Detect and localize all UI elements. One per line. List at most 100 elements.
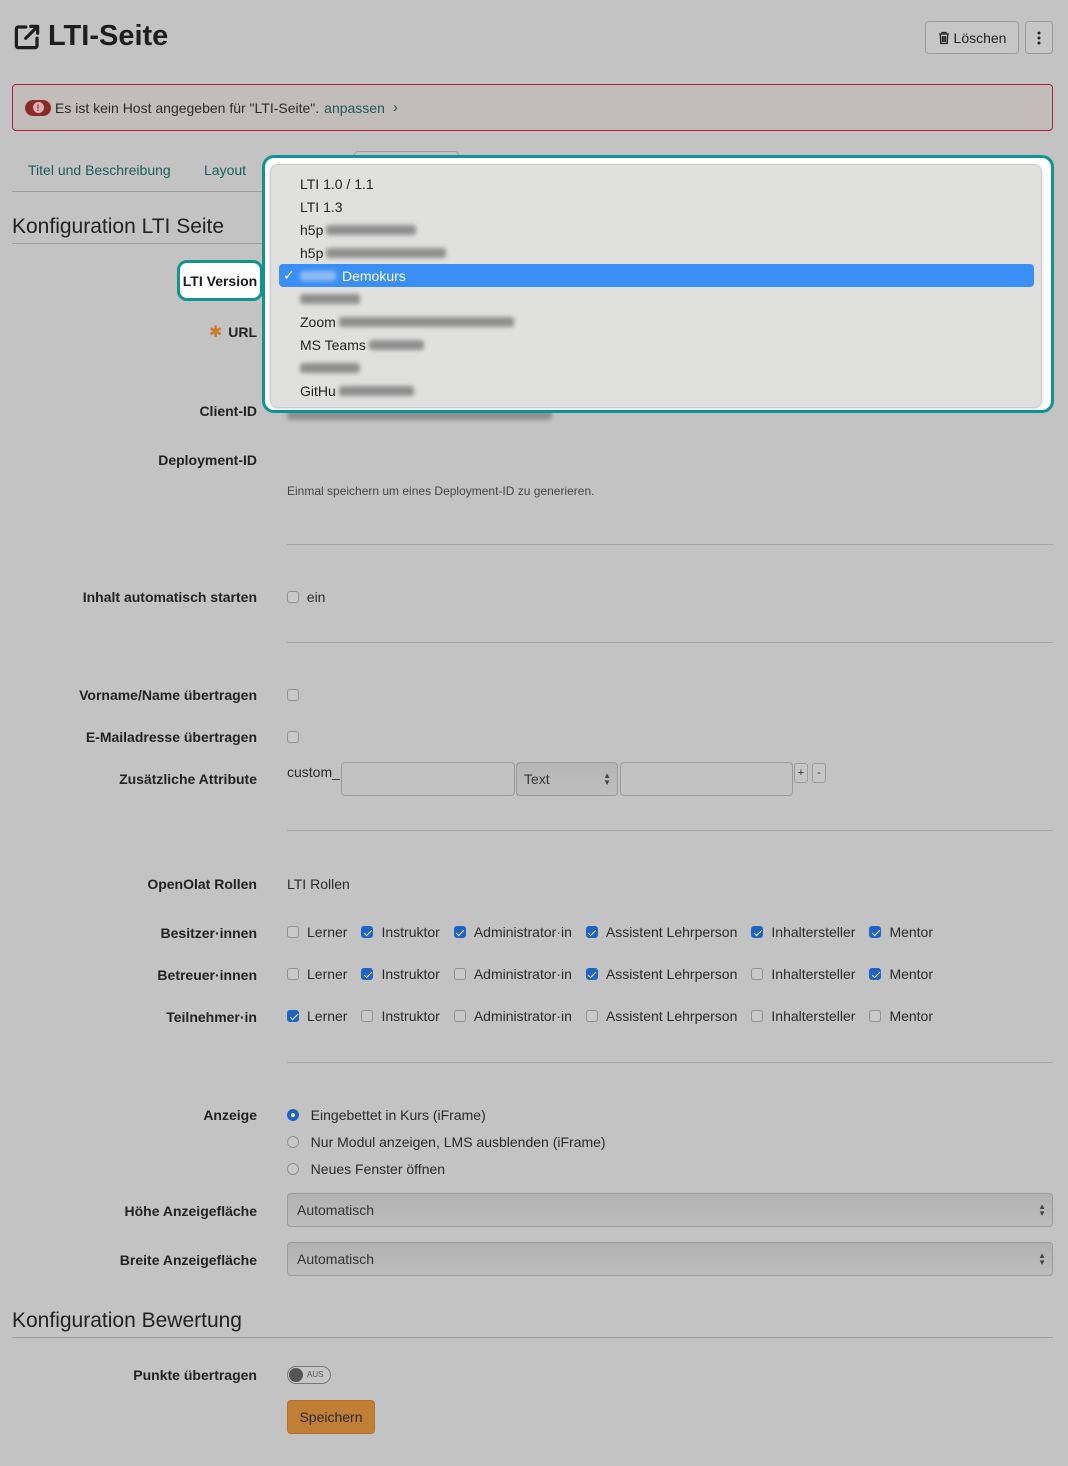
role-option[interactable]: Administrator·in [453,924,572,940]
page-title: LTI-Seite [12,20,168,53]
role-option[interactable]: Lerner [287,924,347,940]
more-options-button[interactable] [1025,21,1053,54]
role-option-label: Assistent Lehrperson [605,966,738,982]
deployment-id-hint: Einmal speichern um eines Deployment-ID … [287,484,595,498]
role-checkbox[interactable] [751,968,764,980]
alert-adjust-link[interactable]: anpassen [324,100,385,116]
role-checkbox[interactable] [585,926,598,938]
role-option-label: Administrator·in [473,966,572,982]
openolat-roles-header: OpenOlat Rollen [147,876,257,892]
tab-layout[interactable]: Layout [204,162,246,178]
role-checkbox[interactable] [287,926,299,938]
autostart-checkbox[interactable] [287,591,299,603]
role-option[interactable]: Instruktor [361,924,440,940]
tab-title-description[interactable]: Titel und Beschreibung [28,162,171,178]
role-option[interactable]: Lerner [287,966,347,982]
role-option-label: Lerner [307,924,348,940]
width-select[interactable]: Automatisch ▲ ▼ [287,1242,1053,1276]
role-checkbox[interactable] [869,1010,882,1022]
role-checkbox[interactable] [287,968,299,980]
role-option[interactable]: Mentor [869,924,933,940]
add-attribute-button[interactable]: + [794,763,808,783]
role-checkbox[interactable] [869,926,882,938]
height-select[interactable]: Automatisch ▲ ▼ [287,1193,1053,1227]
display-option[interactable]: Nur Modul anzeigen, LMS ausblenden (iFra… [287,1134,606,1150]
save-button[interactable]: Speichern [287,1400,375,1434]
lti-version-dropdown-menu: LTI 1.0 / 1.1 LTI 1.3 h5p h5p ✓ Demokurs Zoom M… [270,164,1042,408]
role-option-label: Inhaltersteller [771,1008,856,1024]
remove-attribute-button[interactable]: - [812,763,826,783]
custom-attribute-name-input[interactable] [341,762,515,796]
lti-version-option[interactable]: Zoom [279,310,1034,333]
lti-version-option-label: Zoom [300,313,336,330]
display-option[interactable]: Eingebettet in Kurs (iFrame) [287,1107,486,1123]
role-option-label: Mentor [889,966,934,982]
role-checkbox[interactable] [453,968,466,980]
lti-version-option[interactable]: h5p [279,218,1034,241]
role-option[interactable]: Assistent Lehrperson [585,966,738,982]
lti-version-option[interactable] [279,356,1034,379]
role-checkbox[interactable] [751,1010,764,1022]
lti-version-label: LTI Version [177,260,263,301]
divider [287,642,1053,643]
role-option[interactable]: Assistent Lehrperson [585,1008,738,1024]
lti-version-option[interactable]: LTI 1.0 / 1.1 [279,172,1034,195]
lti-version-option[interactable]: GitHu [279,379,1034,402]
send-name-label: Vorname/Name übertragen [79,687,257,703]
role-checkbox[interactable] [751,926,764,938]
checkmark-icon: ✓ [283,267,295,283]
role-checkbox[interactable] [869,968,882,980]
role-row-label: Besitzer·innen [160,925,257,941]
lti-version-option[interactable]: LTI 1.3 [279,195,1034,218]
display-option[interactable]: Neues Fenster öffnen [287,1161,445,1177]
role-checkbox[interactable] [361,1010,374,1022]
role-option[interactable]: Assistent Lehrperson [585,924,737,940]
display-radio-new-window[interactable] [287,1163,299,1175]
custom-attribute-type-select[interactable]: Text ▲ ▼ [516,762,618,796]
role-option[interactable]: Inhaltersteller [751,1008,855,1024]
role-option[interactable]: Administrator·in [453,1008,572,1024]
role-checkbox[interactable] [453,1010,466,1022]
send-name-checkbox[interactable] [287,689,299,701]
lti-version-option[interactable] [279,287,1034,310]
custom-attribute-value-input[interactable] [620,762,793,796]
role-checkbox[interactable] [361,926,374,938]
display-radio-embedded[interactable] [287,1109,299,1121]
role-checkbox[interactable] [585,1010,598,1022]
role-option[interactable]: Mentor [869,1008,933,1024]
lti-version-option-label: MS Teams [300,336,366,353]
role-option-label: Lerner [307,966,348,982]
redacted-text [338,316,514,327]
role-option[interactable]: Inhaltersteller [751,924,855,940]
points-toggle[interactable]: AUS [287,1366,331,1384]
url-label: ✱ URL [208,324,257,341]
warning-alert: ! Es ist kein Host angegeben für "LTI-Se… [12,84,1053,131]
role-option[interactable]: Inhaltersteller [751,966,855,982]
lti-version-option-label: LTI 1.0 / 1.1 [300,175,374,192]
send-name-field [287,687,299,703]
display-radio-module-only[interactable] [287,1136,299,1148]
role-row-label: Betreuer·innen [157,967,257,983]
lti-roles-header: LTI Rollen [287,876,350,892]
role-checkbox[interactable] [287,1010,299,1022]
role-option[interactable]: Mentor [869,966,933,982]
lti-version-option[interactable]: ✓ Demokurs [279,264,1034,287]
trash-icon [938,31,949,44]
role-checkbox[interactable] [585,968,598,980]
role-option[interactable]: Instruktor [361,1008,440,1024]
role-option-label: Administrator·in [473,1008,572,1024]
role-checkbox[interactable] [453,926,466,938]
delete-button[interactable]: Löschen [925,21,1019,54]
role-checkbox[interactable] [361,968,374,980]
lti-version-option[interactable]: MS Teams [279,333,1034,356]
send-email-checkbox[interactable] [287,731,299,743]
role-option[interactable]: Administrator·in [453,966,572,982]
autostart-label: Inhalt automatisch starten [82,589,257,605]
role-option-label: Instruktor [381,1008,440,1024]
role-row-owners: Lerner Instruktor Administrator·in Assisten… [287,924,947,940]
role-option[interactable]: Instruktor [361,966,440,982]
role-option[interactable]: Lerner [287,1008,347,1024]
role-option-label: Assistent Lehrperson [605,1008,738,1024]
lti-version-option-label: Demokurs [342,267,406,284]
lti-version-option[interactable]: h5p [279,241,1034,264]
